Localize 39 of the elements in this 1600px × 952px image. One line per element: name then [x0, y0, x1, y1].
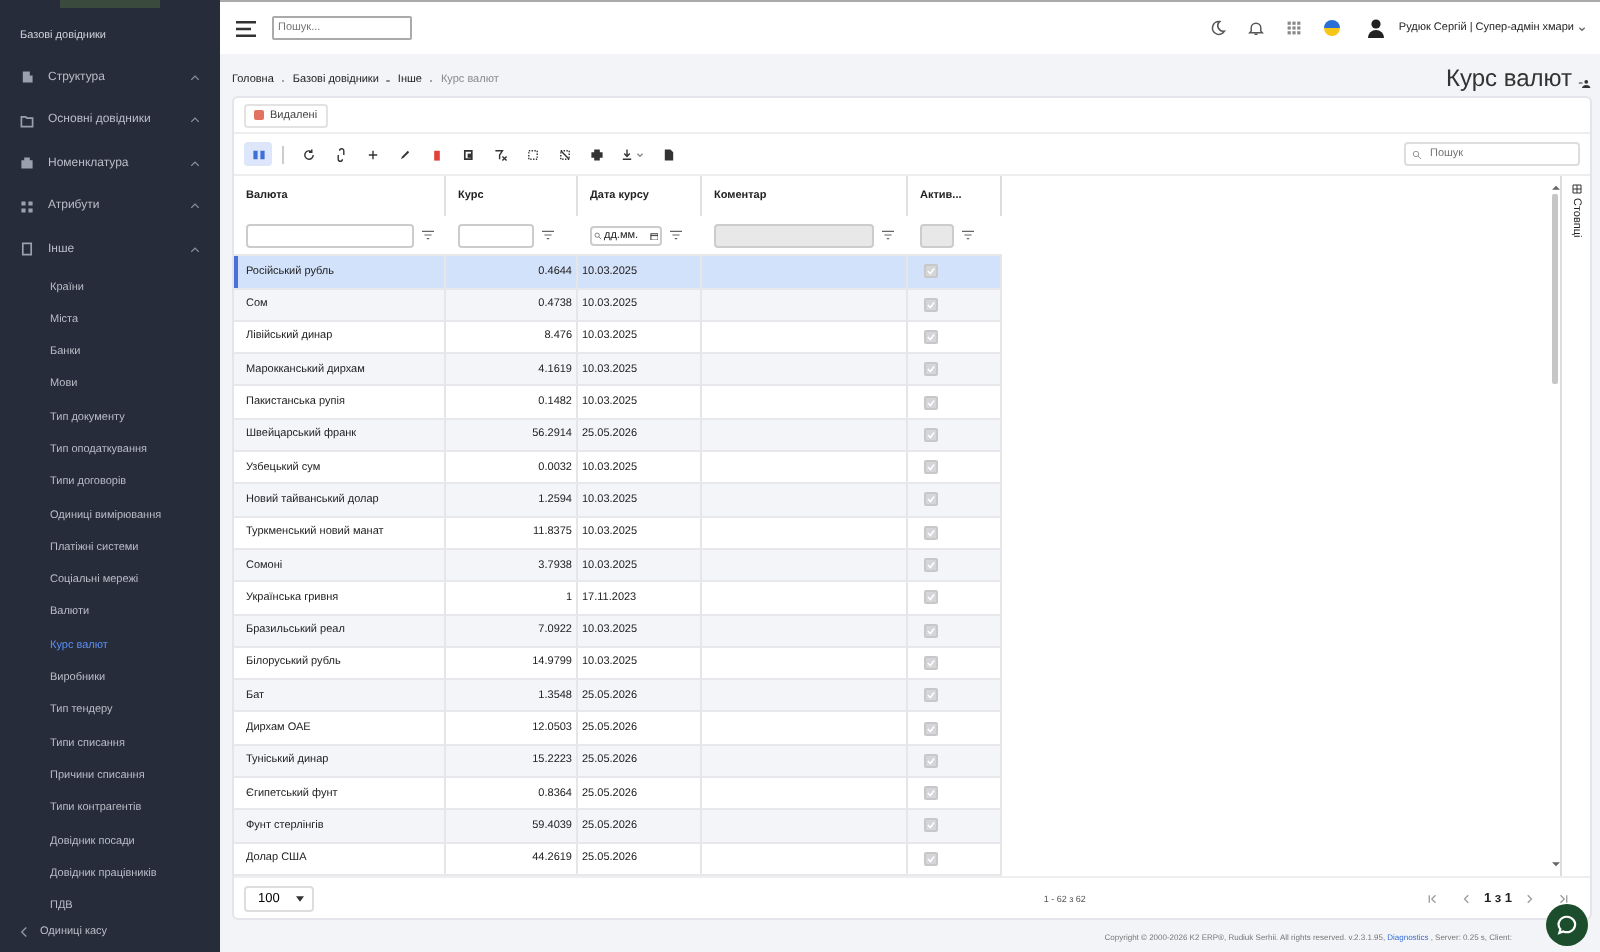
bell-icon[interactable]: [1248, 20, 1265, 36]
folder-icon: [20, 113, 34, 128]
chat-button[interactable]: [1546, 904, 1588, 946]
menu-icon[interactable]: [236, 19, 256, 37]
box-icon: [20, 156, 34, 171]
caret-icon: [1578, 25, 1586, 31]
filter-icon[interactable]: [542, 230, 554, 241]
scroll-down-arrow-icon[interactable]: [1551, 862, 1559, 869]
chevron-icon: [20, 926, 28, 939]
grid-icon: [20, 199, 34, 214]
search-icon: [594, 231, 602, 240]
first-page-icon[interactable]: [1427, 893, 1438, 904]
filter-field[interactable]: [458, 223, 534, 248]
chevron-icon: [190, 159, 200, 168]
chevron-icon: [190, 116, 200, 125]
page-title: Курс валют: [1445, 64, 1572, 93]
user-icon[interactable]: [1366, 18, 1387, 38]
filter-icon[interactable]: [422, 230, 434, 241]
filter-icon[interactable]: [962, 230, 974, 241]
filter-field[interactable]: [246, 223, 414, 248]
filter-icon[interactable]: [882, 230, 894, 241]
last-page-icon[interactable]: [1558, 893, 1569, 904]
user-icon[interactable]: [1578, 78, 1592, 89]
calendar-icon[interactable]: [649, 231, 658, 240]
chat-bubble-icon: [1556, 914, 1578, 936]
flag-icon[interactable]: [1324, 20, 1341, 36]
moon-icon[interactable]: [1210, 20, 1227, 36]
chevron-icon: [190, 202, 200, 211]
layout-toggle-icon[interactable]: [244, 142, 272, 167]
apps-grid-icon[interactable]: [1286, 20, 1303, 36]
document-icon: [20, 242, 34, 257]
scroll-up-arrow-icon[interactable]: [1551, 184, 1559, 191]
filter-icon[interactable]: [670, 230, 682, 241]
chevron-icon: [190, 73, 200, 82]
building-icon: [20, 70, 34, 85]
search-icon: [1412, 149, 1422, 160]
table-icon: [1571, 184, 1581, 195]
caret-icon: [295, 895, 304, 902]
chevron-icon: [190, 245, 200, 254]
